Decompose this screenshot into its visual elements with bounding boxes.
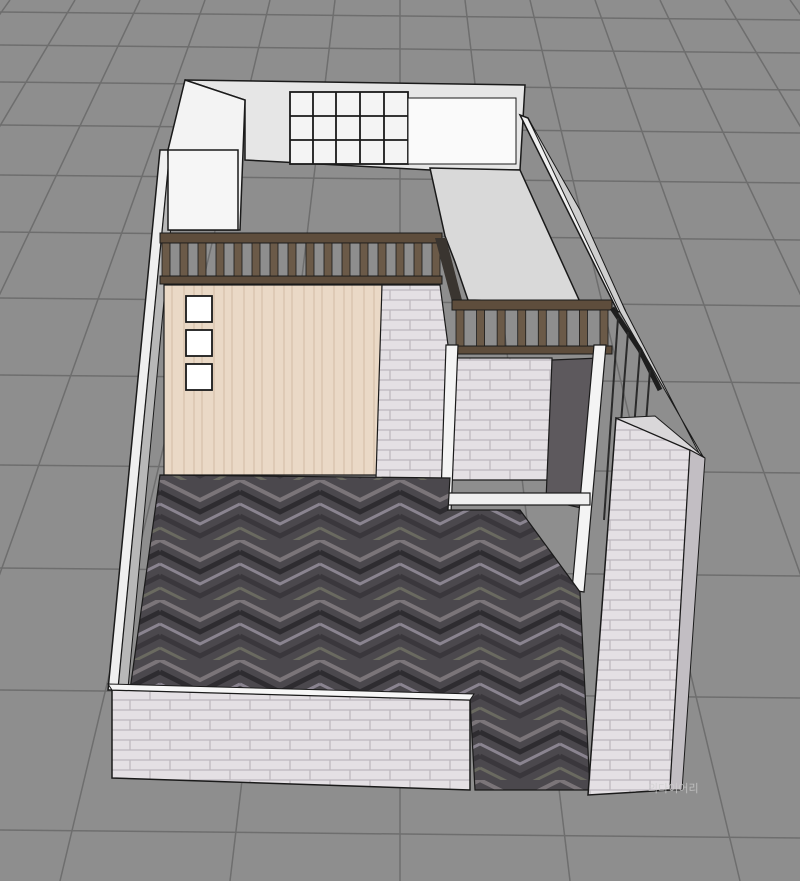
railing-post [287, 242, 297, 277]
back-wall-panel [407, 97, 517, 165]
window-3[interactable] [185, 363, 213, 391]
railing-post [197, 242, 207, 277]
railing-post [215, 242, 225, 277]
railing-post [341, 242, 351, 277]
railing-post [251, 242, 261, 277]
railing-post [323, 242, 333, 277]
watermark-text: 의다이어리 [648, 782, 699, 795]
railing-post [517, 309, 527, 347]
grid-line [0, 0, 76, 128]
grid-line [0, 0, 11, 16]
shelving-unit[interactable] [289, 91, 409, 165]
window-1[interactable] [185, 295, 213, 323]
front-brick-wall[interactable] [111, 689, 471, 791]
railing-post [537, 309, 547, 347]
railing-post [377, 242, 387, 277]
wall-windows[interactable] [185, 295, 213, 391]
grid-line [789, 0, 800, 16]
brick-wall-mid[interactable] [451, 357, 553, 481]
railing-post [305, 242, 315, 277]
railing-post [455, 309, 465, 347]
railing-post [413, 242, 423, 277]
stair-handrail[interactable] [609, 306, 663, 392]
left-cabinet[interactable] [167, 149, 239, 231]
railing-post [269, 242, 279, 277]
railing-post [233, 242, 243, 277]
brick-column-center[interactable] [375, 284, 451, 481]
railing-post [161, 242, 171, 277]
room-model[interactable] [107, 79, 706, 796]
model-scene[interactable] [0, 0, 800, 881]
railing-post [359, 242, 369, 277]
railing-back[interactable] [159, 232, 443, 285]
railing-post [558, 309, 568, 347]
railing-post [476, 309, 485, 347]
railing-post [599, 309, 609, 347]
railing-post [395, 242, 405, 277]
railing-post [179, 242, 189, 277]
3d-viewport[interactable]: 의다이어리 [0, 0, 800, 881]
railing-post [579, 309, 588, 347]
railing-post [496, 309, 506, 347]
window-2[interactable] [185, 329, 213, 357]
